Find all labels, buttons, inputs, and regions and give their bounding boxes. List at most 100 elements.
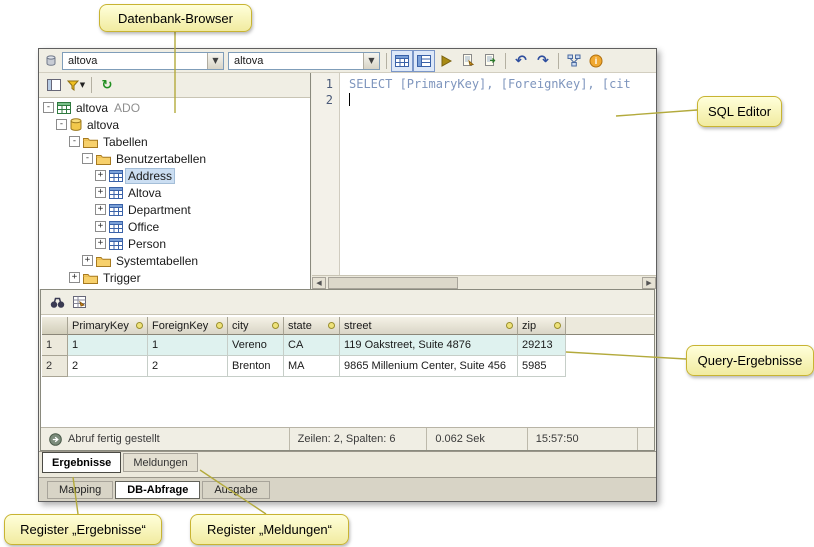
tree-item-address[interactable]: +Address <box>39 167 310 184</box>
table-icon <box>109 204 123 216</box>
cell-foreignkey[interactable]: 2 <box>148 356 228 377</box>
header-filler <box>566 317 654 335</box>
expand-icon[interactable]: + <box>95 187 106 198</box>
execute-query-icon[interactable] <box>435 50 457 72</box>
column-header-zip[interactable]: zip <box>518 317 566 335</box>
cell-state[interactable]: CA <box>284 335 340 356</box>
status-bar: Abruf fertig gestellt Zeilen: 2, Spalten… <box>41 427 654 450</box>
cell-primarykey[interactable]: 2 <box>68 356 148 377</box>
cell-state[interactable]: MA <box>284 356 340 377</box>
column-header-label: ForeignKey <box>152 320 208 332</box>
column-menu-icon[interactable] <box>216 322 223 329</box>
column-header-foreignkey[interactable]: ForeignKey <box>148 317 228 335</box>
database-combobox-arrow-icon[interactable]: ▼ <box>363 53 379 69</box>
tree-item-tabellen[interactable]: -Tabellen <box>39 133 310 150</box>
row-header[interactable]: 2 <box>42 356 68 377</box>
table-icon <box>109 238 123 250</box>
tree-item-benutzertabellen[interactable]: -Benutzertabellen <box>39 150 310 167</box>
column-header-street[interactable]: street <box>340 317 518 335</box>
tree-item-trigger[interactable]: +Trigger <box>39 269 310 286</box>
scroll-right-icon[interactable]: ▶ <box>642 277 656 289</box>
column-header-state[interactable]: state <box>284 317 340 335</box>
structure-icon[interactable] <box>563 50 585 72</box>
tab-ergebnisse[interactable]: Ergebnisse <box>42 452 121 473</box>
tree-item-label: Office <box>126 220 161 234</box>
scrollbar-thumb[interactable] <box>328 277 458 289</box>
results-toolbar <box>41 290 654 315</box>
cell-street[interactable]: 9865 Millenium Center, Suite 456 <box>340 356 518 377</box>
grid-view-icon[interactable] <box>391 50 413 72</box>
connection-combobox[interactable]: altova ▼ <box>62 52 224 70</box>
tree-item-systemtabellen[interactable]: +Systemtabellen <box>39 252 310 269</box>
cell-foreignkey[interactable]: 1 <box>148 335 228 356</box>
cell-street[interactable]: 119 Oakstreet, Suite 4876 <box>340 335 518 356</box>
table-icon <box>109 170 123 182</box>
scroll-left-icon[interactable]: ◀ <box>312 277 326 289</box>
line-number: 2 <box>312 92 339 108</box>
connection-combobox-value: altova <box>63 55 97 67</box>
cell-zip[interactable]: 29213 <box>518 335 566 356</box>
filter-icon[interactable]: ▼ <box>65 74 87 96</box>
expand-icon[interactable]: + <box>95 170 106 181</box>
info-icon[interactable]: i <box>585 50 607 72</box>
results-pane: PrimaryKey ForeignKey citystatestreetzip 1… <box>40 289 655 451</box>
table-icon <box>109 187 123 199</box>
tab-meldungen[interactable]: Meldungen <box>123 453 197 472</box>
toolbar-separator <box>558 53 559 69</box>
database-combobox[interactable]: altova ▼ <box>228 52 380 70</box>
callout-query-results: Query-Ergebnisse <box>686 345 814 376</box>
tab-db-abfrage[interactable]: DB-Abfrage <box>115 481 200 499</box>
cell-primarykey[interactable]: 1 <box>68 335 148 356</box>
expand-icon[interactable]: + <box>95 204 106 215</box>
cell-zip[interactable]: 5985 <box>518 356 566 377</box>
tab-mapping[interactable]: Mapping <box>47 481 113 499</box>
column-menu-icon[interactable] <box>554 322 561 329</box>
row-header[interactable]: 1 <box>42 335 68 356</box>
cell-city[interactable]: Brenton <box>228 356 284 377</box>
find-icon[interactable] <box>46 291 68 313</box>
expand-icon[interactable]: + <box>95 238 106 249</box>
collapse-icon[interactable]: - <box>82 153 93 164</box>
callout-db-browser: Datenbank-Browser <box>99 4 252 32</box>
tree-item-altova[interactable]: +Altova <box>39 184 310 201</box>
column-menu-icon[interactable] <box>328 322 335 329</box>
collapse-icon[interactable]: - <box>56 119 67 130</box>
column-menu-icon[interactable] <box>272 322 279 329</box>
tree-item-label: altova <box>74 101 110 115</box>
column-header-city[interactable]: city <box>228 317 284 335</box>
redo-icon[interactable]: ↷ <box>532 50 554 72</box>
database-icon <box>70 118 82 131</box>
execute-selection-icon[interactable] <box>479 50 501 72</box>
collapse-icon[interactable]: - <box>43 102 54 113</box>
tree-item-altova[interactable]: -altova <box>39 116 310 133</box>
results-grid: PrimaryKey ForeignKey citystatestreetzip 1… <box>42 317 654 377</box>
column-header-primarykey[interactable]: PrimaryKey <box>68 317 148 335</box>
refresh-icon[interactable]: ↻ <box>96 74 118 96</box>
expand-icon[interactable]: + <box>69 272 80 283</box>
connection-combobox-arrow-icon[interactable]: ▼ <box>207 53 223 69</box>
expand-icon[interactable]: + <box>95 221 106 232</box>
sql-code-area[interactable]: SELECT [PrimaryKey], [ForeignKey], [cit <box>341 73 656 275</box>
result-row-1: 111VerenoCA119 Oakstreet, Suite 48762921… <box>42 335 654 356</box>
column-menu-icon[interactable] <box>506 322 513 329</box>
tree-item-department[interactable]: + Department <box>39 201 310 218</box>
tree-item-label: Department <box>126 203 193 217</box>
tree-item-office[interactable]: + Office <box>39 218 310 235</box>
layout-icon[interactable] <box>43 74 65 96</box>
form-view-icon[interactable] <box>413 50 435 72</box>
filter-dropdown-icon[interactable]: ▼ <box>80 81 85 89</box>
goto-statement-icon[interactable] <box>68 291 90 313</box>
tree-item-person[interactable]: +Person <box>39 235 310 252</box>
cell-city[interactable]: Vereno <box>228 335 284 356</box>
grid-corner <box>42 317 68 335</box>
callout-sql-editor: SQL Editor <box>697 96 782 127</box>
column-menu-icon[interactable] <box>136 322 143 329</box>
tab-ausgabe[interactable]: Ausgabe <box>202 481 269 499</box>
execute-script-icon[interactable] <box>457 50 479 72</box>
collapse-icon[interactable]: - <box>69 136 80 147</box>
expand-icon[interactable]: + <box>82 255 93 266</box>
database-browser-pane: ▼ ↻ -altovaADO-altova-Tabellen-Benutzert… <box>39 73 311 289</box>
undo-icon[interactable]: ↶ <box>510 50 532 72</box>
editor-horizontal-scrollbar[interactable]: ◀ ▶ <box>312 275 656 289</box>
tree-item-altova[interactable]: -altovaADO <box>39 99 310 116</box>
